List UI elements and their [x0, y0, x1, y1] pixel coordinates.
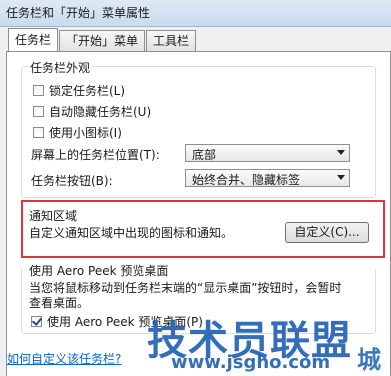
lock-taskbar-checkbox[interactable] — [33, 85, 44, 96]
help-link[interactable]: 如何自定义该任务栏? — [7, 350, 121, 367]
auto-hide-checkbox[interactable] — [33, 106, 44, 117]
aero-peek-description-2: 查看桌面。 — [29, 296, 90, 310]
auto-hide-option[interactable]: 自动隐藏任务栏(U) — [33, 103, 151, 120]
small-icons-checkbox[interactable] — [33, 127, 44, 138]
watermark-suffix: 城 — [357, 346, 381, 374]
aero-peek-legend: 使用 Aero Peek 预览桌面 — [29, 264, 169, 278]
buttons-select[interactable]: 始终合并、隐藏标签 — [185, 169, 350, 187]
chevron-down-icon — [337, 150, 345, 155]
properties-window: 任务栏和「开始」菜单属性 任务栏 「开始」菜单 工具栏 任务栏外观 锁定任务栏(… — [0, 0, 391, 376]
tab-strip: 任务栏 「开始」菜单 工具栏 — [8, 28, 197, 52]
buttons-value: 始终合并、隐藏标签 — [192, 173, 301, 187]
watermark-url: www.jsgho.com — [171, 352, 331, 373]
chevron-down-icon — [337, 175, 345, 180]
lock-taskbar-label: 锁定任务栏(L) — [49, 84, 126, 98]
tab-panel: 任务栏外观 锁定任务栏(L) 自动隐藏任务栏(U) 使用小图标(I) 屏幕上的任… — [6, 51, 391, 376]
position-select[interactable]: 底部 — [185, 144, 350, 162]
tab-taskbar[interactable]: 任务栏 — [8, 28, 59, 51]
small-icons-label: 使用小图标(I) — [49, 126, 122, 140]
window-title: 任务栏和「开始」菜单属性 — [6, 6, 151, 20]
notification-legend: 通知区域 — [29, 209, 78, 223]
auto-hide-label: 自动隐藏任务栏(U) — [49, 105, 152, 119]
appearance-legend: 任务栏外观 — [28, 59, 93, 76]
position-label: 屏幕上的任务栏位置(T): — [31, 148, 160, 162]
use-peek-checkbox[interactable] — [31, 316, 42, 327]
tab-toolbars[interactable]: 工具栏 — [146, 30, 197, 51]
title-bar: 任务栏和「开始」菜单属性 — [0, 0, 391, 27]
customize-button[interactable]: 自定义(C)... — [285, 222, 369, 243]
buttons-label: 任务栏按钮(B): — [31, 174, 113, 188]
small-icons-option[interactable]: 使用小图标(I) — [33, 124, 122, 141]
position-value: 底部 — [192, 148, 217, 162]
tab-start-menu[interactable]: 「开始」菜单 — [59, 30, 146, 51]
notification-description: 自定义通知区域中出现的图标和通知。 — [29, 226, 234, 240]
lock-taskbar-option[interactable]: 锁定任务栏(L) — [33, 82, 125, 99]
